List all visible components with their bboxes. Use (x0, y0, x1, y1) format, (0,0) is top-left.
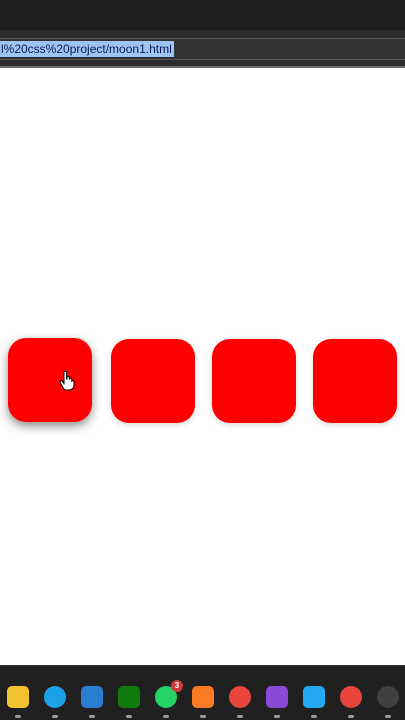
url-text-selected: l%20css%20project/moon1.html (0, 41, 174, 57)
windows-taskbar: 3 (0, 665, 405, 720)
browser-address-bar: l%20css%20project/moon1.html (0, 30, 405, 68)
browser-title-bar (0, 0, 405, 30)
url-input[interactable]: l%20css%20project/moon1.html (0, 38, 405, 60)
store-icon[interactable] (81, 686, 103, 708)
chrome-icon[interactable] (229, 686, 251, 708)
chrome-profile-icon[interactable] (340, 686, 362, 708)
obs-icon[interactable] (377, 686, 399, 708)
vscode-icon[interactable] (303, 686, 325, 708)
file-explorer-icon[interactable] (7, 686, 29, 708)
running-indicator (237, 715, 243, 718)
red-box-2[interactable] (111, 339, 195, 423)
app-icon[interactable] (266, 686, 288, 708)
running-indicator (311, 715, 317, 718)
running-indicator (15, 715, 21, 718)
running-indicator (385, 715, 391, 718)
edge-icon[interactable] (44, 686, 66, 708)
whatsapp-icon[interactable]: 3 (155, 680, 183, 708)
red-box-3[interactable] (212, 339, 296, 423)
page-content (0, 68, 405, 665)
running-indicator (126, 715, 132, 718)
hand-cursor-icon (59, 371, 75, 391)
running-indicator (274, 715, 280, 718)
running-indicator (52, 715, 58, 718)
running-indicator (348, 715, 354, 718)
running-indicator (163, 715, 169, 718)
running-indicator (200, 715, 206, 718)
red-box-1[interactable] (8, 338, 92, 422)
xampp-icon[interactable] (192, 686, 214, 708)
notification-badge: 3 (171, 680, 183, 692)
running-indicator (89, 715, 95, 718)
xbox-icon[interactable] (118, 686, 140, 708)
red-box-4[interactable] (313, 339, 397, 423)
